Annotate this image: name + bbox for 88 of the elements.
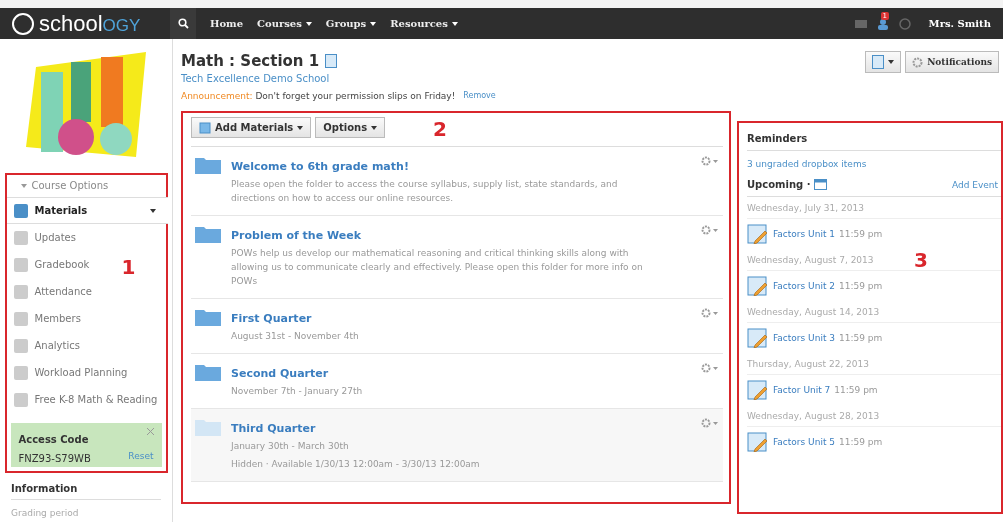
gear-icon	[912, 56, 924, 68]
folder-icon	[195, 308, 221, 326]
nav-menu-item[interactable]: Courses	[257, 18, 312, 29]
event-time: 11:59 pm	[834, 385, 878, 395]
event-link[interactable]: Factors Unit 3	[773, 333, 835, 343]
assignment-icon	[747, 328, 769, 348]
event-date: Thursday, August 22, 2013	[747, 353, 1001, 375]
access-code-title: Access Code	[18, 434, 89, 445]
course-title: Math : Section 1	[181, 52, 320, 70]
event-link[interactable]: Factors Unit 5	[773, 437, 835, 447]
folder-icon	[195, 225, 221, 243]
folder-description: November 7th - January 27th	[231, 385, 364, 398]
nav-menu-item[interactable]: Home	[210, 18, 244, 29]
remove-link[interactable]: Remove	[463, 91, 496, 101]
assignment-icon	[747, 380, 769, 400]
gear-icon[interactable]	[701, 308, 719, 318]
sidebar-item[interactable]: Free K-8 Math & Reading	[6, 386, 164, 413]
announcement-text: Announcement: Don't forget your permission slips on Friday!	[181, 91, 456, 101]
nav-menu-item[interactable]: Groups	[325, 18, 377, 29]
folder-description: Please open the folder to access the course syllabus, supply list, state standards, and directions on how to access our online resources.	[231, 178, 619, 205]
event-date: Wednesday, August 28, 2013	[747, 405, 1001, 427]
gear-icon[interactable]	[701, 225, 719, 235]
sidebar-item[interactable]: Analytics	[6, 332, 86, 359]
user-name[interactable]: Mrs. Smith	[928, 18, 991, 29]
folder-description: January 30th - March 30th	[231, 440, 350, 453]
caret-icon	[888, 60, 895, 64]
course-options-toggle[interactable]: Course Options	[6, 175, 166, 197]
reminder-link[interactable]: 3 ungraded dropbox items	[747, 159, 1001, 169]
folder-title-link[interactable]: First Quarter	[231, 312, 691, 325]
event-time: 11:59 pm	[839, 281, 883, 291]
folder-title-link[interactable]: Second Quarter	[231, 367, 691, 380]
notifications-button[interactable]: Notifications	[905, 51, 999, 73]
sidebar-item[interactable]: Updates	[6, 224, 82, 251]
annotation-number: 1	[121, 255, 136, 279]
section-heading: Information	[11, 477, 161, 500]
folder-title-link[interactable]: Welcome to 6th grade math!	[231, 160, 691, 173]
dropdown-button[interactable]: Add Materials	[191, 117, 312, 138]
section-heading: Reminders	[747, 133, 808, 144]
annotation-number: 3	[914, 248, 928, 272]
folder-icon	[195, 363, 221, 381]
gear-icon[interactable]	[701, 418, 719, 428]
assignment-icon	[747, 276, 769, 296]
folder-description: August 31st - November 4th	[231, 330, 360, 343]
event-link[interactable]: Factor Unit 7	[773, 385, 831, 395]
assignment-icon	[747, 224, 769, 244]
view-toggle-button[interactable]	[865, 51, 902, 73]
close-icon[interactable]	[146, 428, 154, 435]
add-event-link[interactable]: Add Event	[951, 179, 1001, 190]
event-link[interactable]: Factors Unit 1	[773, 229, 835, 239]
event-time: 11:59 pm	[839, 437, 883, 447]
gear-icon[interactable]	[701, 363, 719, 373]
nav-menu-item[interactable]: Resources	[390, 18, 458, 29]
book-icon[interactable]	[325, 54, 338, 68]
logo[interactable]: schoolOGY	[0, 10, 170, 37]
folder-icon	[195, 156, 221, 174]
gear-icon[interactable]	[701, 156, 719, 166]
event-time: 11:59 pm	[839, 333, 883, 343]
folder-title-link[interactable]: Third Quarter	[231, 422, 691, 435]
assignment-icon	[747, 432, 769, 452]
folder-icon	[195, 418, 221, 436]
event-date: Wednesday, August 14, 2013	[747, 301, 1001, 323]
sidebar-item[interactable]: Materials	[6, 197, 168, 224]
caret-icon	[149, 208, 156, 213]
sidebar-item[interactable]: Workload Planning	[6, 359, 134, 386]
folder-description: POWs help us develop our mathematical reasoning and critical thinking skills along with allowing us to communicate clearly and effectively. Please open this folder for more info on POWs	[231, 247, 644, 288]
event-date: Wednesday, July 31, 2013	[747, 197, 1001, 219]
book-icon	[872, 55, 885, 69]
sidebar-item[interactable]: Attendance	[6, 278, 98, 305]
people-icon[interactable]	[876, 17, 889, 30]
dropdown-button[interactable]: Options	[315, 117, 386, 138]
caret-icon	[371, 125, 378, 130]
sidebar-item[interactable]: Members	[6, 305, 87, 332]
access-code: FNZ93-S79WB	[18, 453, 91, 464]
event-time: 11:59 pm	[839, 229, 883, 239]
school-link[interactable]: Tech Excellence Demo School	[181, 73, 729, 84]
visibility-status: Hidden · Available 1/30/13 12:00am - 3/30/13 12:00am	[231, 458, 481, 471]
search-button[interactable]	[170, 8, 196, 39]
info-label: Grading period	[11, 507, 80, 518]
event-link[interactable]: Factors Unit 2	[773, 281, 835, 291]
section-heading: Upcoming ·	[747, 179, 811, 190]
calendar-icon[interactable]	[814, 179, 828, 190]
folder-title-link[interactable]: Problem of the Week	[231, 229, 691, 242]
annotation-number: 2	[433, 117, 447, 141]
sidebar-item[interactable]: Gradebook	[6, 251, 96, 278]
reset-link[interactable]: Reset	[128, 451, 154, 461]
caret-icon	[297, 125, 304, 130]
caret-icon	[20, 183, 27, 188]
search-icon	[177, 18, 189, 29]
